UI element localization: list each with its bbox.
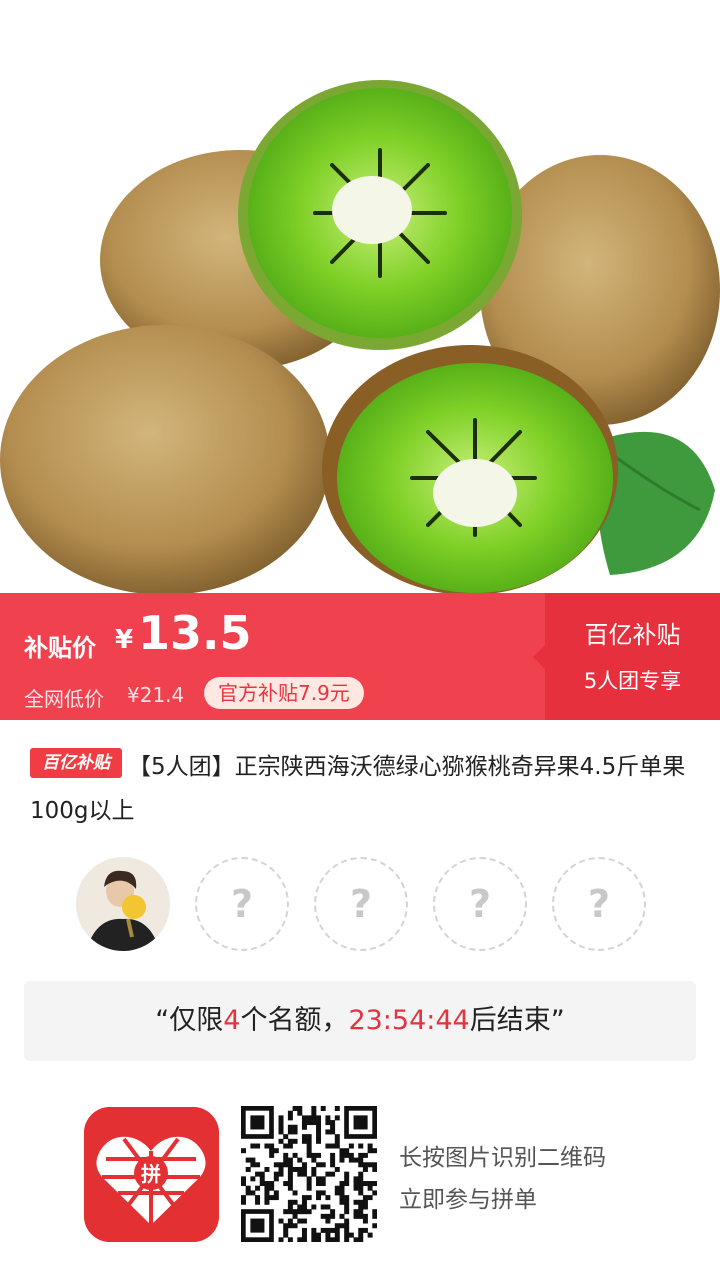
subsidy-price: 13.5 [138, 606, 252, 660]
promo-section: 百亿补贴 5人团专享 [533, 593, 720, 720]
net-low-price-label: 全网低价 [24, 687, 104, 711]
group-members: ? ? ? ? [76, 857, 656, 951]
logo-text: 拼 [141, 1162, 161, 1186]
subsidy-price-label: 补贴价 [24, 634, 96, 662]
empty-member-slot: ? [314, 857, 408, 951]
empty-member-slot: ? [552, 857, 646, 951]
pinduoduo-logo: 拼 [84, 1107, 219, 1242]
avatar [76, 857, 170, 951]
countdown-timer: 23:54:44 [348, 1005, 470, 1036]
empty-member-slot: ? [433, 857, 527, 951]
net-low-price: ¥21.4 [127, 683, 185, 707]
currency-symbol: ¥ [115, 625, 134, 655]
product-title: 【5人团】正宗陕西海沃德绿心猕猴桃奇异果4.5斤单果100g以上 [30, 754, 686, 824]
official-subsidy-badge: 官方补贴7.9元 [204, 677, 364, 709]
qr-code [241, 1106, 378, 1243]
quota-prefix: “仅限 [155, 1005, 224, 1036]
quota-countdown: “仅限4个名额，23:54:44后结束” [24, 981, 696, 1061]
empty-member-slot: ? [195, 857, 289, 951]
qr-caption-line2: 立即参与拼单 [399, 1187, 537, 1213]
promo-subtitle: 5人团专享 [583, 669, 682, 693]
quota-count: 4 [223, 1005, 241, 1036]
promo-title: 百亿补贴 [584, 621, 681, 649]
quota-suffix: 后结束” [469, 1005, 565, 1036]
quota-middle: 个名额， [240, 1005, 349, 1036]
product-image [0, 0, 720, 595]
qr-caption-line1: 长按图片识别二维码 [399, 1145, 606, 1171]
